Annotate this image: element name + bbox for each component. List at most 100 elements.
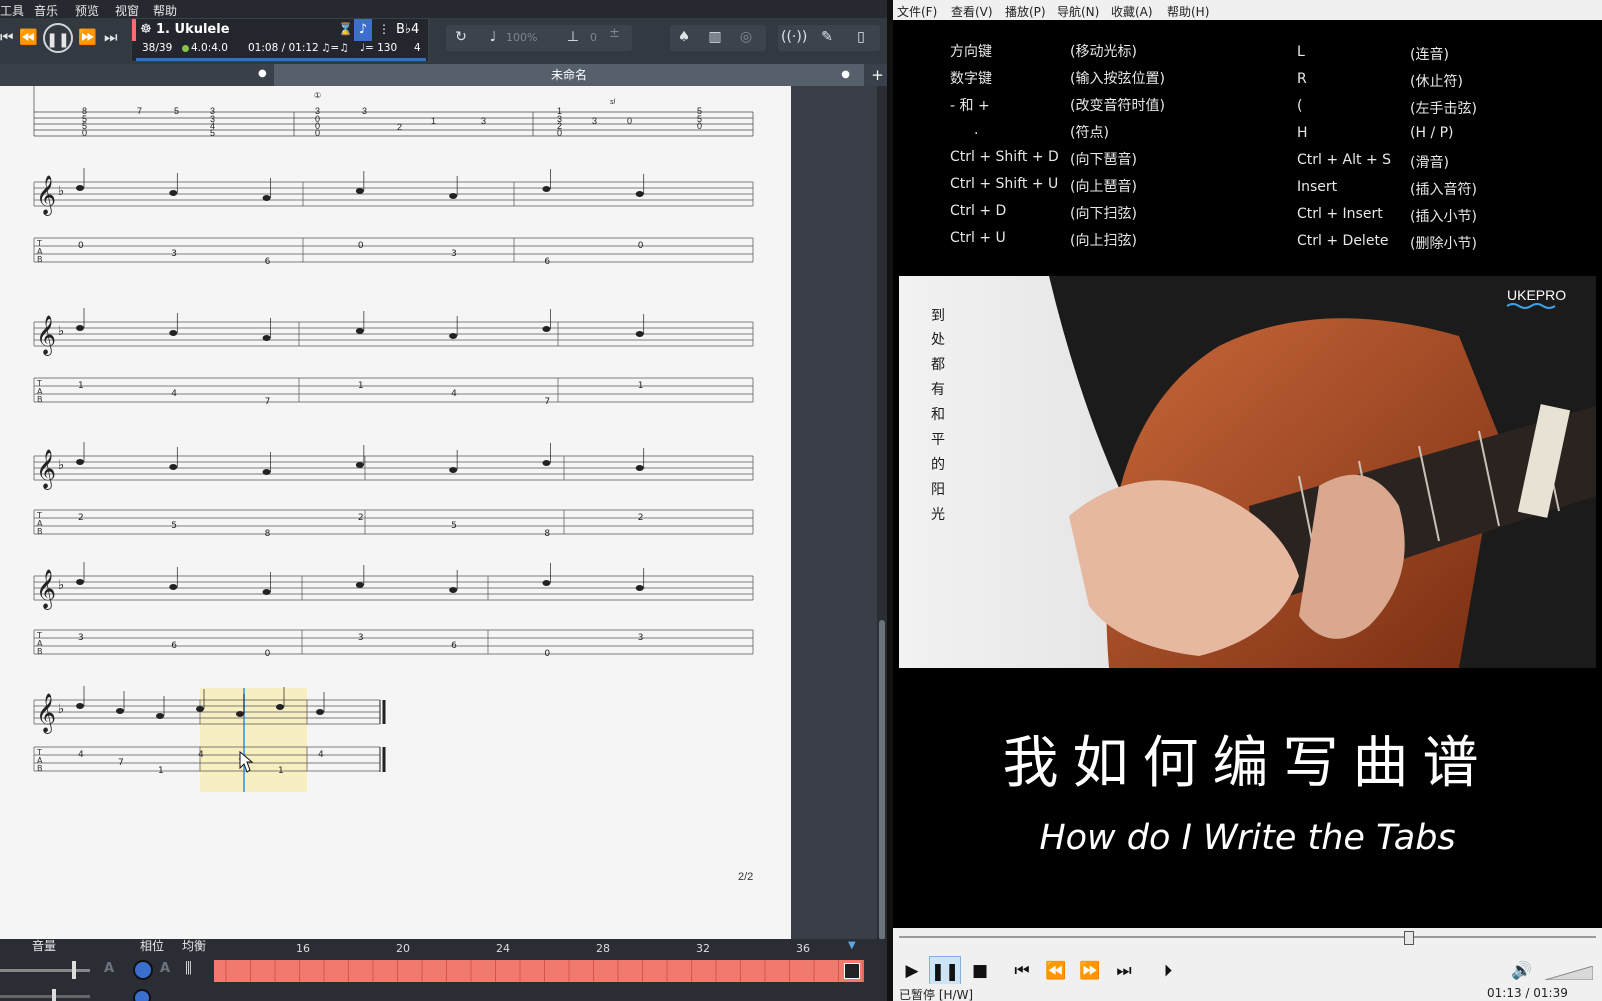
video-frame[interactable]: 到处都 有和平 的阳光 UKEPRO (899, 276, 1596, 668)
guitar-tool-icon[interactable]: ✎ (816, 26, 838, 48)
tuner-icon[interactable]: ((·)) (781, 26, 807, 48)
next-icon[interactable]: ⏭ (1111, 958, 1137, 984)
menu-help[interactable]: 帮助 (153, 2, 177, 19)
capo-value[interactable]: 0 (590, 31, 597, 44)
ruler-tick: 36 (796, 942, 810, 955)
pan-knob-2[interactable] (133, 989, 151, 1001)
pause-button[interactable]: ❚❚ (43, 23, 73, 53)
auto-icon[interactable]: A (104, 961, 114, 976)
shortcut-desc: (向下扫弦) (1070, 206, 1137, 222)
player-controls: ▶ ❚❚ ■ ⏮ ⏪ ⏩ ⏭ ⏵ 🔊 (893, 928, 1602, 988)
menu-bar: 工具 音乐 预览 视窗 帮助 (0, 0, 887, 18)
menu-view[interactable]: 查看(V) (951, 3, 993, 20)
menu-help[interactable]: 帮助(H) (1167, 3, 1209, 20)
volume-slider-handle[interactable] (72, 961, 76, 979)
menu-music[interactable]: 音乐 (34, 2, 58, 19)
go-end-icon[interactable]: ⏭ (104, 28, 118, 46)
metronome-icon[interactable]: ♪ (354, 19, 372, 41)
new-tab-icon[interactable]: + (868, 64, 887, 86)
svg-text:3: 3 (592, 116, 597, 126)
track-timeline[interactable] (214, 960, 864, 982)
rewind-icon[interactable]: ⏪ (1043, 958, 1069, 984)
svg-text:4: 4 (78, 750, 84, 760)
go-start-icon[interactable]: ⏮ (0, 28, 14, 46)
svg-text:8: 8 (544, 529, 550, 539)
guitar-view-icon[interactable]: ♠ (673, 26, 695, 48)
menu-favorites[interactable]: 收藏(A) (1111, 3, 1153, 20)
strings-icon[interactable]: ▯ (850, 26, 872, 48)
menu-file[interactable]: 文件(F) (897, 3, 937, 20)
shortcut-desc: (向上扫弦) (1070, 233, 1137, 249)
more-options-icon[interactable]: ⋮ (378, 22, 390, 36)
rewind-icon[interactable]: ⏪ (19, 28, 38, 46)
menu-window[interactable]: 视窗 (115, 2, 139, 19)
loop-icon[interactable]: ↻ (450, 26, 472, 48)
volume-slider-2[interactable] (0, 995, 90, 998)
svg-text:2: 2 (638, 513, 644, 523)
ruler-tick: 20 (396, 942, 410, 955)
timeline-ruler: 16 20 24 28 32 36 ▼ (214, 939, 864, 959)
seek-handle[interactable] (1404, 931, 1414, 945)
track-name[interactable]: 1. Ukulele (156, 22, 230, 37)
score-notation[interactable]: 8550 75 3345 3000 321 3 1320 30 550 ① sl … (0, 86, 791, 939)
play-icon[interactable]: ▶ (899, 958, 925, 984)
speed-percent[interactable]: 100% (506, 31, 537, 44)
tab-untitled[interactable]: 未命名 ● (274, 64, 864, 86)
speed-note-icon[interactable]: ♩ (482, 26, 504, 48)
system-1-numbers: 8550 75 3345 3000 321 3 1320 30 550 ① sl (82, 91, 702, 138)
tab-close-dot-icon[interactable]: ● (258, 68, 267, 79)
svg-text:5: 5 (451, 521, 457, 531)
svg-text:2: 2 (358, 513, 364, 523)
staff-system: 𝄞 ♭TAB2582582 (33, 442, 754, 539)
previous-icon[interactable]: ⏮ (1009, 958, 1035, 984)
shortcut-key: Ctrl + D (950, 203, 1007, 219)
volume-icon[interactable]: 🔊 (1509, 958, 1535, 984)
current-bar-highlight (200, 688, 307, 792)
fast-forward-icon[interactable]: ⏩ (78, 28, 97, 46)
volume-slider-2-handle[interactable] (52, 989, 56, 1001)
svg-text:1: 1 (78, 381, 84, 391)
menu-tools[interactable]: 工具 (0, 2, 24, 19)
score-margin (791, 86, 886, 939)
hourglass-icon[interactable]: ⌛ (338, 22, 353, 36)
stop-icon[interactable]: ■ (967, 958, 993, 984)
ruler-tick: 24 (496, 942, 510, 955)
svg-text:6: 6 (265, 257, 271, 267)
menu-play[interactable]: 播放(P) (1005, 3, 1046, 20)
svg-text:阳: 阳 (931, 482, 945, 498)
forward-icon[interactable]: ⏩ (1077, 958, 1103, 984)
svg-text:都: 都 (931, 357, 945, 373)
svg-text:♭: ♭ (58, 324, 64, 339)
svg-text:0: 0 (697, 121, 702, 131)
menu-navigate[interactable]: 导航(N) (1057, 3, 1099, 20)
volume-slider[interactable] (1545, 966, 1593, 980)
tab-previous[interactable]: ● (0, 64, 272, 86)
piano-view-icon[interactable]: ▥ (704, 26, 726, 48)
svg-text:0: 0 (358, 241, 364, 251)
svg-text:2: 2 (78, 513, 84, 523)
seek-bar[interactable] (899, 936, 1596, 938)
auto-icon-2[interactable]: A (160, 961, 170, 976)
pan-knob[interactable] (133, 960, 153, 980)
volume-slider[interactable] (0, 969, 90, 972)
playback-status: 已暂停 [H/W] (899, 988, 974, 1001)
frame-step-icon[interactable]: ⏵ (1155, 958, 1181, 984)
svg-text:0: 0 (627, 116, 632, 126)
tab-dot-icon[interactable]: ● (841, 64, 850, 86)
video-title-chinese: 我如何编写曲谱 (1002, 731, 1493, 796)
notation-app-window: 工具 音乐 预览 视窗 帮助 ⏮ ⏪ ❚❚ ⏩ ⏭ ☸ 1. Ukulele ⌛… (0, 0, 887, 1001)
eq-icon[interactable]: ⫼ (185, 959, 192, 977)
svg-text:0: 0 (265, 649, 271, 659)
svg-text:3: 3 (451, 249, 457, 259)
menu-preview[interactable]: 预览 (75, 2, 99, 19)
shortcut-desc: (向下琶音) (1070, 152, 1137, 168)
svg-text:有: 有 (931, 382, 945, 398)
stepper-icon[interactable]: ± (609, 26, 620, 41)
svg-text:1: 1 (358, 381, 364, 391)
drum-view-icon[interactable]: ◎ (735, 26, 757, 48)
scrollbar-thumb[interactable] (879, 620, 885, 940)
svg-text:8: 8 (265, 529, 271, 539)
shortcut-desc: (H / P) (1410, 125, 1454, 141)
capo-icon[interactable]: ⊥ (562, 26, 584, 48)
svg-text:B: B (37, 255, 43, 264)
